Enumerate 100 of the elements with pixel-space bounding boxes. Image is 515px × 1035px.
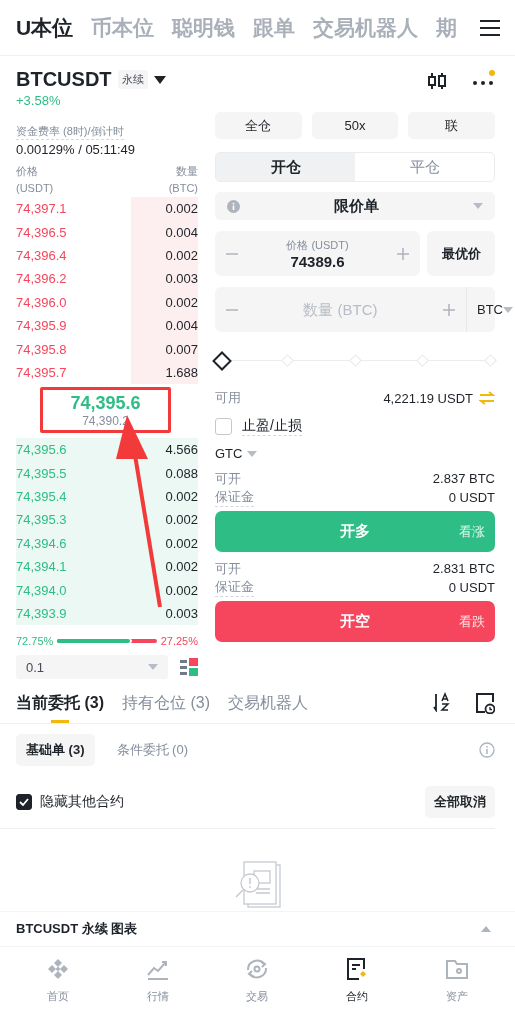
top-tab[interactable]: 聪明钱 [172,13,236,42]
ask-price[interactable]: 74,396.0 [16,294,67,310]
transfer-icon[interactable] [479,391,495,405]
sell-ratio: 27.25% [160,635,198,648]
nav-item[interactable]: 合约 [346,989,369,1005]
order-quantity: 0.002 [165,294,198,310]
order-quantity: 0.088 [165,465,198,481]
available-label: 可用 [215,389,241,407]
menu-icon[interactable] [479,18,501,37]
open-long-button[interactable]: 开多 看涨 [215,511,495,552]
margin-value: 0 USDT [448,578,495,597]
open-short-button[interactable]: 开空 看跌 [215,601,495,642]
order-quantity: 0.003 [165,606,198,622]
nav-item[interactable]: 首页 [46,989,69,1005]
bid-price[interactable]: 74,395.6 [16,442,67,458]
asset-mode-button[interactable]: 联 [408,112,495,139]
contract-tag: 永续 [117,70,148,89]
funding-rate-label: 资金费率 (8时)/倒计时 [16,124,124,140]
order-quantity: 0.002 [165,489,198,505]
best-price-button[interactable]: 最优价 [427,231,495,276]
price-change: +3.58% [16,93,62,108]
ask-price[interactable]: 74,395.9 [16,318,67,334]
caret-icon[interactable] [153,75,166,84]
order-quantity: 0.003 [165,271,198,287]
order-quantity: 0.004 [165,224,198,240]
available-balance: 4,221.19 USDT [383,390,473,406]
max-open-label: 可开 [215,470,241,488]
chart-panel-title[interactable]: BTCUSDT 永续 图表 [16,920,138,939]
bid-price[interactable]: 74,393.9 [16,606,67,622]
bid-price[interactable]: 74,395.3 [16,512,67,528]
top-tab[interactable]: 交易机器人 [313,13,419,42]
order-quantity: 1.688 [165,364,198,380]
position-tab[interactable]: 平仓 [355,153,494,181]
order-quantity: 0.002 [165,201,198,217]
symbol-name[interactable]: BTCUSDT [16,68,112,91]
bid-price[interactable]: 74,395.4 [16,489,67,505]
orders-tab[interactable]: 持有仓位 (3) [122,683,210,724]
candlestick-icon[interactable] [427,71,447,91]
caret-icon [473,203,483,209]
nav-item[interactable]: 交易 [246,989,269,1005]
top-tab[interactable]: 期 [436,13,458,42]
layout-icon[interactable] [180,658,198,677]
order-type-dropdown[interactable]: 限价单 [215,192,495,220]
order-history-icon[interactable] [475,692,495,715]
amount-slider[interactable] [215,353,495,369]
order-quantity: 0.002 [165,512,198,528]
info-icon [227,199,240,213]
order-quantity: 0.002 [165,247,198,263]
margin-label: 保证金 [215,578,254,597]
ask-price[interactable]: 74,395.8 [16,341,67,357]
nav-item[interactable]: 行情 [146,989,169,1005]
caret-icon [247,450,258,457]
margin-mode-button[interactable]: 全仓 [215,112,302,139]
order-type-tab[interactable]: 基础单 (3) [16,734,95,767]
nav-item[interactable]: 资产 [446,989,469,1005]
bid-price[interactable]: 74,394.1 [16,559,67,575]
checkbox[interactable] [16,794,32,811]
position-tab[interactable]: 开仓 [216,153,355,181]
order-quantity: 0.002 [165,582,198,598]
plus-button[interactable] [396,246,410,261]
order-quantity: 0.002 [165,535,198,551]
max-open-value: 2.831 BTC [432,560,495,578]
ask-price[interactable]: 74,397.1 [16,201,67,217]
caret-icon [503,306,513,313]
collapse-icon[interactable] [481,926,491,933]
bid-price[interactable]: 74,394.6 [16,535,67,551]
last-price: 74,395.6 [70,392,141,414]
wallet-icon[interactable] [445,957,470,982]
caret-icon [148,664,158,671]
tpsl-label: 止盈/止损 [242,417,302,436]
ask-price[interactable]: 74,396.2 [16,271,67,287]
top-tab[interactable]: 币本位 [91,13,155,42]
column-header: 价格 [16,164,39,179]
column-unit: (BTC) [168,181,198,196]
ask-price[interactable]: 74,396.5 [16,224,67,240]
cancel-all-button[interactable]: 全部取消 [425,786,495,819]
order-quantity: 4.566 [165,442,198,458]
precision-dropdown[interactable]: 0.1 [16,655,168,680]
info-icon[interactable] [479,742,495,759]
plus-button[interactable] [442,302,456,317]
ask-price[interactable]: 74,396.4 [16,247,67,263]
empty-orders-icon [233,861,282,910]
sort-icon[interactable] [433,692,453,713]
unit-dropdown[interactable]: BTC [467,287,515,332]
order-quantity: 0.007 [165,341,198,357]
orders-tab[interactable]: 交易机器人 [228,683,308,724]
bid-price[interactable]: 74,395.5 [16,465,67,481]
buy-ratio: 72.75% [16,635,54,648]
leverage-button[interactable]: 50x [311,112,399,139]
funding-rate-value: 0.00129% / 05:11:49 [16,142,137,157]
time-in-force-dropdown[interactable]: GTC [215,446,495,461]
order-type-tab[interactable]: 条件委托 (0) [106,734,198,767]
bid-price[interactable]: 74,394.0 [16,582,67,598]
orders-tab[interactable]: 当前委托 (3) [16,683,104,724]
max-open-value: 2.837 BTC [432,470,495,488]
top-tab[interactable]: 跟单 [253,13,296,42]
ask-price[interactable]: 74,395.7 [16,364,67,380]
order-quantity: 0.004 [165,318,198,334]
price-field[interactable]: 价格 (USDT) 74389.6 [215,231,420,276]
top-tab[interactable]: U本位 [16,13,74,42]
